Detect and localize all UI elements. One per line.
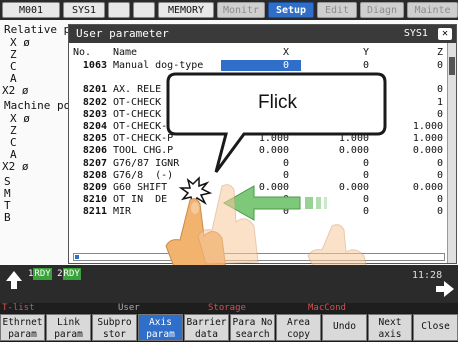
menu-next-icon[interactable] [434,279,456,299]
ready-status: 1RDY 2RDY [28,268,81,280]
fkey-5[interactable]: Barrier data [184,314,229,341]
fkey-label: Next [378,317,402,328]
status-bar: 1RDY 2RDY 11:28 [0,265,458,303]
fkey-label: data [195,329,218,340]
flick-callout [166,72,387,173]
fkey-2[interactable]: Link param [46,314,91,341]
fkey-label: param [8,329,37,340]
fkey-label: Link [57,317,80,328]
fkey-label: Ethrnet [2,317,43,328]
function-key-bar: Ethrnet param Link param Subpro stor Axis param… [0,313,458,342]
fkey-label: Close [421,321,450,332]
fkey-label: Axis [149,317,172,328]
fkey-label: param [54,329,83,340]
maccond-label: MacCond [308,303,346,313]
fkey-label: Subpro [97,317,132,328]
fkey-3[interactable]: Subpro stor [92,314,137,341]
rdy-tag-1: RDY [33,268,52,280]
fkey-10[interactable]: Close [413,314,458,341]
fkey-label: Undo [333,321,356,332]
rdy-tag-2: RDY [62,268,81,280]
storage-label: Storage [208,303,246,313]
fkey-label: stor [103,329,126,340]
fkey-6[interactable]: Para No search [230,314,275,341]
fkey-label: Barrier [186,317,227,328]
fkey-8[interactable]: Undo [322,314,367,341]
fkey-label: Area [287,317,310,328]
fkey-4[interactable]: Axis param [138,314,183,341]
menu-up-icon[interactable] [4,269,24,293]
callout-text: Flick [258,92,298,113]
fkey-label: copy [287,329,310,340]
fkey-1[interactable]: Ethrnet param [0,314,45,341]
status-labels: T-list User Storage MacCond [0,303,458,313]
tlist-label: T-list [2,303,35,313]
fkey-label: param [146,329,175,340]
fkey-label: Para No [232,317,273,328]
fkey-7[interactable]: Area copy [276,314,321,341]
user-label: User [118,303,140,313]
flick-arrow-icon [222,185,327,221]
fkey-label: axis [378,329,402,340]
fkey-label: search [235,329,270,340]
fkey-9[interactable]: Next axis [368,314,412,341]
